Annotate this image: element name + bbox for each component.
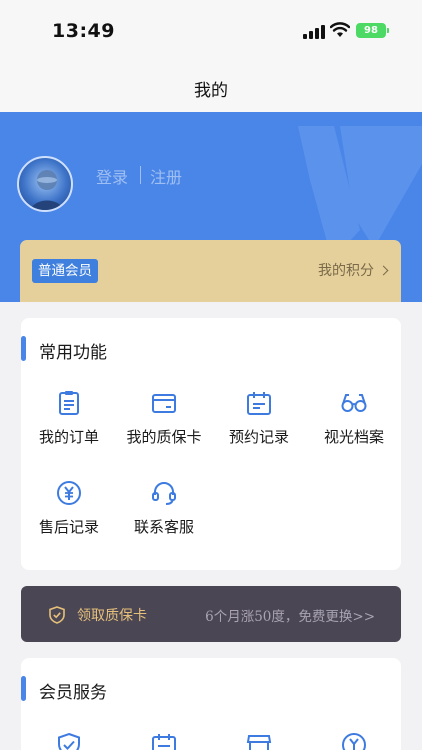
- feature-warranty-card[interactable]: 我的质保卡: [116, 390, 212, 447]
- feature-label: 售后记录: [38, 518, 99, 536]
- avatar-icon: [30, 170, 64, 210]
- yen-circle-icon[interactable]: [341, 732, 367, 750]
- chevron-right-icon: [378, 265, 389, 276]
- feature-appointments[interactable]: 预约记录: [211, 390, 307, 447]
- yen-circle-icon: [57, 481, 81, 505]
- status-bar: 13:49 98: [0, 0, 422, 62]
- my-points-link[interactable]: 我的积分: [318, 260, 389, 280]
- card-icon: [152, 394, 176, 413]
- banner-subtitle: 6个月涨50度，免费更换>>: [205, 609, 375, 625]
- feature-label: 我的质保卡: [126, 428, 202, 446]
- page-title: 我的: [194, 81, 228, 101]
- member-services-card: 会员服务: [21, 658, 401, 750]
- member-card: 普通会员 我的积分: [20, 240, 401, 302]
- feature-label: 视光档案: [323, 428, 384, 446]
- warranty-banner[interactable]: 领取质保卡 6个月涨50度，免费更换>>: [21, 586, 401, 642]
- common-functions-card: 常用功能 我的订单 我的质保卡 预约记录 视光档案 售后记录 联系客服: [21, 318, 401, 570]
- feature-label: 我的订单: [38, 428, 99, 446]
- section-title: 会员服务: [39, 683, 107, 703]
- shield-check-icon[interactable]: [56, 732, 82, 750]
- feature-vision-records[interactable]: 视光档案: [306, 390, 402, 447]
- login-link[interactable]: 登录: [96, 164, 128, 188]
- feature-after-sales[interactable]: 售后记录: [21, 480, 117, 537]
- feature-label: 联系客服: [133, 518, 194, 536]
- avatar[interactable]: [17, 156, 73, 212]
- my-points-label: 我的积分: [318, 263, 374, 279]
- register-link[interactable]: 注册: [150, 164, 182, 188]
- section-accent-bar: [21, 336, 26, 361]
- nav-bar: 我的: [0, 62, 422, 112]
- glasses-icon: [341, 394, 367, 412]
- section-title: 常用功能: [39, 343, 107, 363]
- wifi-icon: [330, 22, 350, 37]
- feature-label: 预约记录: [228, 428, 289, 446]
- signal-icon: [303, 25, 325, 39]
- feature-my-orders[interactable]: 我的订单: [21, 390, 117, 447]
- calendar-icon[interactable]: [151, 732, 177, 750]
- banner-title: 领取质保卡: [77, 608, 147, 624]
- member-level-badge: 普通会员: [32, 259, 98, 283]
- feature-customer-service[interactable]: 联系客服: [116, 480, 212, 537]
- store-icon[interactable]: [246, 732, 272, 750]
- brand-logo-watermark: [298, 126, 422, 260]
- clipboard-icon: [59, 391, 79, 415]
- calendar-icon: [247, 392, 271, 415]
- auth-divider: [140, 166, 141, 184]
- headset-icon: [152, 482, 176, 505]
- shield-check-icon: [49, 606, 65, 624]
- section-accent-bar: [21, 676, 26, 701]
- battery-icon: 98: [356, 23, 389, 38]
- status-time: 13:49: [52, 20, 115, 42]
